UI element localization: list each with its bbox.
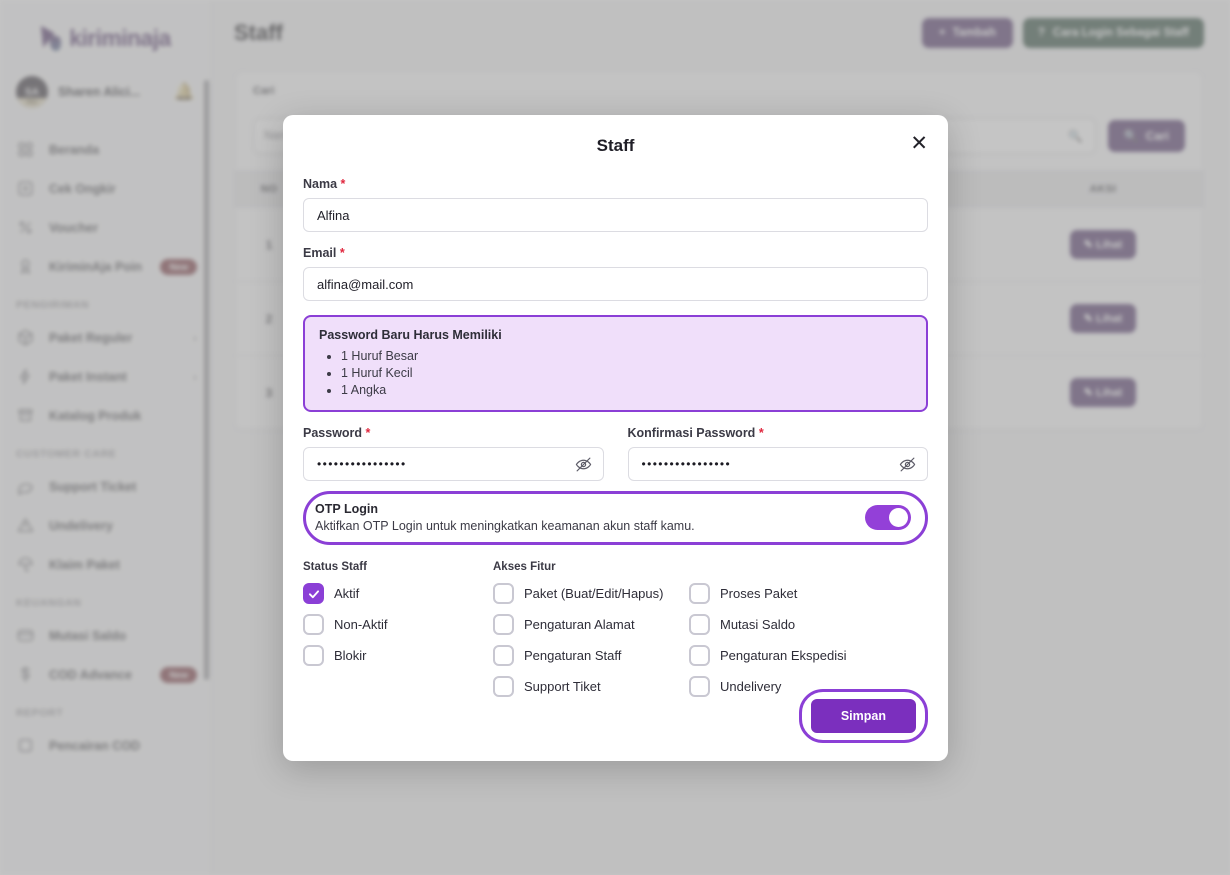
akses-fitur-column-2: Proses Paket Mutasi Saldo Pengaturan Ekspe… (689, 561, 885, 707)
checkbox-icon[interactable] (303, 645, 324, 666)
save-button[interactable]: Simpan (811, 699, 916, 733)
email-required-mark: * (340, 246, 345, 260)
checkbox-icon[interactable] (303, 614, 324, 635)
checkbox-item[interactable]: Non-Aktif (303, 614, 493, 635)
checkbox-item[interactable]: Support Tiket (493, 676, 689, 697)
close-icon[interactable]: ✕ (910, 133, 928, 154)
checkbox-label: Support Tiket (524, 679, 601, 694)
email-input[interactable]: alfina@mail.com (303, 267, 928, 301)
status-staff-heading: Status Staff (303, 561, 493, 573)
modal-title: Staff (597, 136, 635, 156)
checkbox-item[interactable]: Pengaturan Alamat (493, 614, 689, 635)
checkbox-label: Pengaturan Staff (524, 648, 621, 663)
otp-toggle[interactable] (865, 505, 911, 530)
password-requirements-note: Password Baru Harus Memiliki 1 Huruf Bes… (303, 315, 928, 412)
password-field-group: Password * •••••••••••••••• (303, 426, 604, 481)
checkbox-label: Undelivery (720, 679, 781, 694)
checkbox-icon[interactable] (493, 614, 514, 635)
akses-fitur-heading: Akses Fitur (493, 561, 689, 573)
akses-fitur-column-1: Akses Fitur Paket (Buat/Edit/Hapus) Penga… (493, 561, 689, 707)
checkbox-item[interactable]: Pengaturan Ekspedisi (689, 645, 885, 666)
checkbox-label: Mutasi Saldo (720, 617, 795, 632)
checkbox-label: Aktif (334, 586, 359, 601)
password-requirements-list: 1 Huruf Besar1 Huruf Kecil1 Angka (341, 348, 912, 398)
checkbox-label: Pengaturan Alamat (524, 617, 635, 632)
name-required-mark: * (341, 177, 346, 191)
save-button-highlight: Simpan (799, 689, 928, 743)
name-label: Nama * (303, 177, 928, 191)
name-field-group: Nama * Alfina (303, 177, 928, 232)
checkbox-label: Paket (Buat/Edit/Hapus) (524, 586, 663, 601)
checkbox-icon[interactable] (493, 676, 514, 697)
checkbox-item[interactable]: Mutasi Saldo (689, 614, 885, 635)
confirm-password-input[interactable]: •••••••••••••••• (628, 447, 929, 481)
checkbox-label: Proses Paket (720, 586, 797, 601)
email-label: Email * (303, 246, 928, 260)
password-requirement-item: 1 Angka (341, 382, 912, 399)
checkbox-area: Status Staff Aktif Non-Aktif Blokir Akses … (303, 561, 928, 707)
confirm-password-required-mark: * (759, 426, 764, 440)
confirm-password-label: Konfirmasi Password * (628, 426, 929, 440)
password-input[interactable]: •••••••••••••••• (303, 447, 604, 481)
checkbox-item[interactable]: Aktif (303, 583, 493, 604)
checkbox-icon[interactable] (493, 645, 514, 666)
password-required-mark: * (366, 426, 371, 440)
checkbox-icon[interactable] (493, 583, 514, 604)
checkbox-label: Non-Aktif (334, 617, 387, 632)
password-note-heading: Password Baru Harus Memiliki (319, 328, 912, 342)
otp-description: Aktifkan OTP Login untuk meningkatkan ke… (315, 519, 865, 533)
otp-login-section: OTP Login Aktifkan OTP Login untuk menin… (303, 491, 928, 545)
password-row: Password * •••••••••••••••• Konfirmasi P… (303, 426, 928, 481)
staff-modal: Staff ✕ Nama * Alfina Email * alfina@mai… (283, 115, 948, 761)
checkbox-icon[interactable] (689, 583, 710, 604)
name-label-text: Nama (303, 177, 337, 191)
checkbox-item[interactable]: Pengaturan Staff (493, 645, 689, 666)
eye-off-icon[interactable] (575, 456, 592, 473)
password-label-text: Password (303, 426, 362, 440)
confirm-password-label-text: Konfirmasi Password (628, 426, 756, 440)
eye-off-icon-confirm[interactable] (899, 456, 916, 473)
email-value: alfina@mail.com (317, 277, 413, 292)
status-staff-column: Status Staff Aktif Non-Aktif Blokir (303, 561, 493, 707)
name-value: Alfina (317, 208, 350, 223)
confirm-password-field-group: Konfirmasi Password * •••••••••••••••• (628, 426, 929, 481)
name-input[interactable]: Alfina (303, 198, 928, 232)
email-label-text: Email (303, 246, 336, 260)
modal-header: Staff ✕ (303, 115, 928, 177)
password-label: Password * (303, 426, 604, 440)
confirm-password-value: •••••••••••••••• (642, 457, 900, 471)
otp-title: OTP Login (315, 502, 865, 516)
password-value: •••••••••••••••• (317, 457, 575, 471)
checkbox-icon[interactable] (689, 645, 710, 666)
checkbox-label: Blokir (334, 648, 367, 663)
checkbox-item[interactable]: Paket (Buat/Edit/Hapus) (493, 583, 689, 604)
checkbox-label: Pengaturan Ekspedisi (720, 648, 846, 663)
password-requirement-item: 1 Huruf Besar (341, 348, 912, 365)
checkbox-icon[interactable] (689, 676, 710, 697)
modal-footer: Simpan (799, 689, 928, 743)
checkbox-item[interactable]: Blokir (303, 645, 493, 666)
email-field-group: Email * alfina@mail.com (303, 246, 928, 301)
checkbox-icon[interactable] (689, 614, 710, 635)
password-requirement-item: 1 Huruf Kecil (341, 365, 912, 382)
checkbox-checked-icon[interactable] (303, 583, 324, 604)
checkbox-item[interactable]: Proses Paket (689, 583, 885, 604)
